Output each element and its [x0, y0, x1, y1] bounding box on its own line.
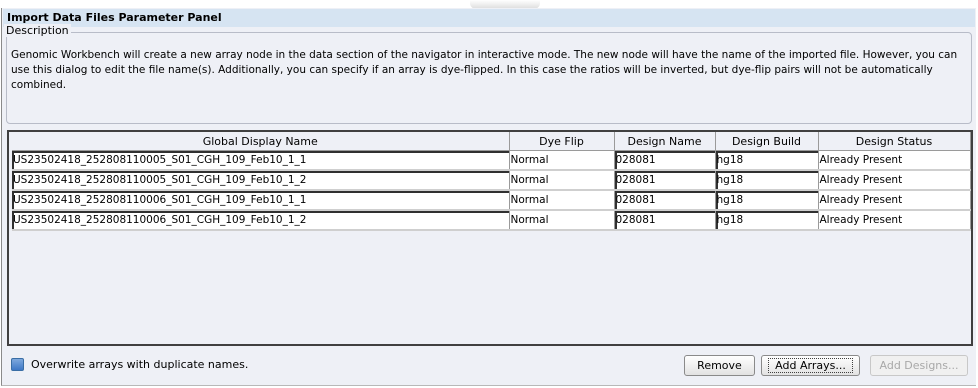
design-name-cell[interactable]: 028081	[614, 210, 716, 231]
design-build-cell[interactable]: hg18	[715, 190, 819, 211]
dye-flip-cell[interactable]: Normal	[509, 170, 615, 191]
global-display-name-cell[interactable]: US23502418_252808110005_S01_CGH_109_Feb1…	[12, 150, 510, 171]
overwrite-checkbox-label[interactable]: Overwrite arrays with duplicate names.	[31, 358, 248, 371]
table-row[interactable]: US23502418_252808110006_S01_CGH_109_Feb1…	[12, 210, 971, 231]
column-header-design-status[interactable]: Design Status	[818, 132, 971, 151]
column-header-design-build[interactable]: Design Build	[715, 132, 819, 151]
global-display-name-cell[interactable]: US23502418_252808110005_S01_CGH_109_Feb1…	[12, 170, 510, 191]
dye-flip-cell[interactable]: Normal	[509, 150, 615, 171]
design-build-cell[interactable]: hg18	[715, 150, 819, 171]
global-display-name-cell[interactable]: US23502418_252808110006_S01_CGH_109_Feb1…	[12, 190, 510, 211]
panel-title: Import Data Files Parameter Panel	[3, 9, 975, 27]
design-name-cell[interactable]: 028081	[614, 190, 716, 211]
description-text: Genomic Workbench will create a new arra…	[11, 49, 958, 91]
add-designs-button: Add Designs...	[870, 355, 968, 376]
table-header-row: Global Display Name Dye Flip Design Name…	[12, 132, 971, 151]
remove-button[interactable]: Remove	[684, 355, 755, 376]
add-arrays-button-label: Add Arrays...	[768, 358, 853, 373]
table-row[interactable]: US23502418_252808110006_S01_CGH_109_Feb1…	[12, 190, 971, 211]
design-status-cell: Already Present	[818, 210, 971, 231]
arrays-table-frame: Global Display Name Dye Flip Design Name…	[7, 130, 973, 346]
add-arrays-button[interactable]: Add Arrays...	[761, 355, 860, 376]
column-header-global-display-name[interactable]: Global Display Name	[12, 132, 510, 151]
design-status-cell: Already Present	[818, 190, 971, 211]
arrays-table: Global Display Name Dye Flip Design Name…	[12, 132, 971, 231]
overwrite-checkbox[interactable]	[11, 358, 24, 371]
global-display-name-cell[interactable]: US23502418_252808110006_S01_CGH_109_Feb1…	[12, 210, 510, 231]
column-header-design-name[interactable]: Design Name	[614, 132, 716, 151]
design-name-cell[interactable]: 028081	[614, 170, 716, 191]
column-header-dye-flip[interactable]: Dye Flip	[509, 132, 615, 151]
design-status-cell: Already Present	[818, 150, 971, 171]
design-build-cell[interactable]: hg18	[715, 210, 819, 231]
table-row[interactable]: US23502418_252808110005_S01_CGH_109_Feb1…	[12, 150, 971, 171]
dye-flip-cell[interactable]: Normal	[509, 210, 615, 231]
dye-flip-cell[interactable]: Normal	[509, 190, 615, 211]
table-row[interactable]: US23502418_252808110005_S01_CGH_109_Feb1…	[12, 170, 971, 191]
bottom-bar: Overwrite arrays with duplicate names. R…	[8, 354, 972, 376]
design-name-cell[interactable]: 028081	[614, 150, 716, 171]
description-label: Description	[4, 24, 71, 37]
design-build-cell[interactable]: hg18	[715, 170, 819, 191]
design-status-cell: Already Present	[818, 170, 971, 191]
